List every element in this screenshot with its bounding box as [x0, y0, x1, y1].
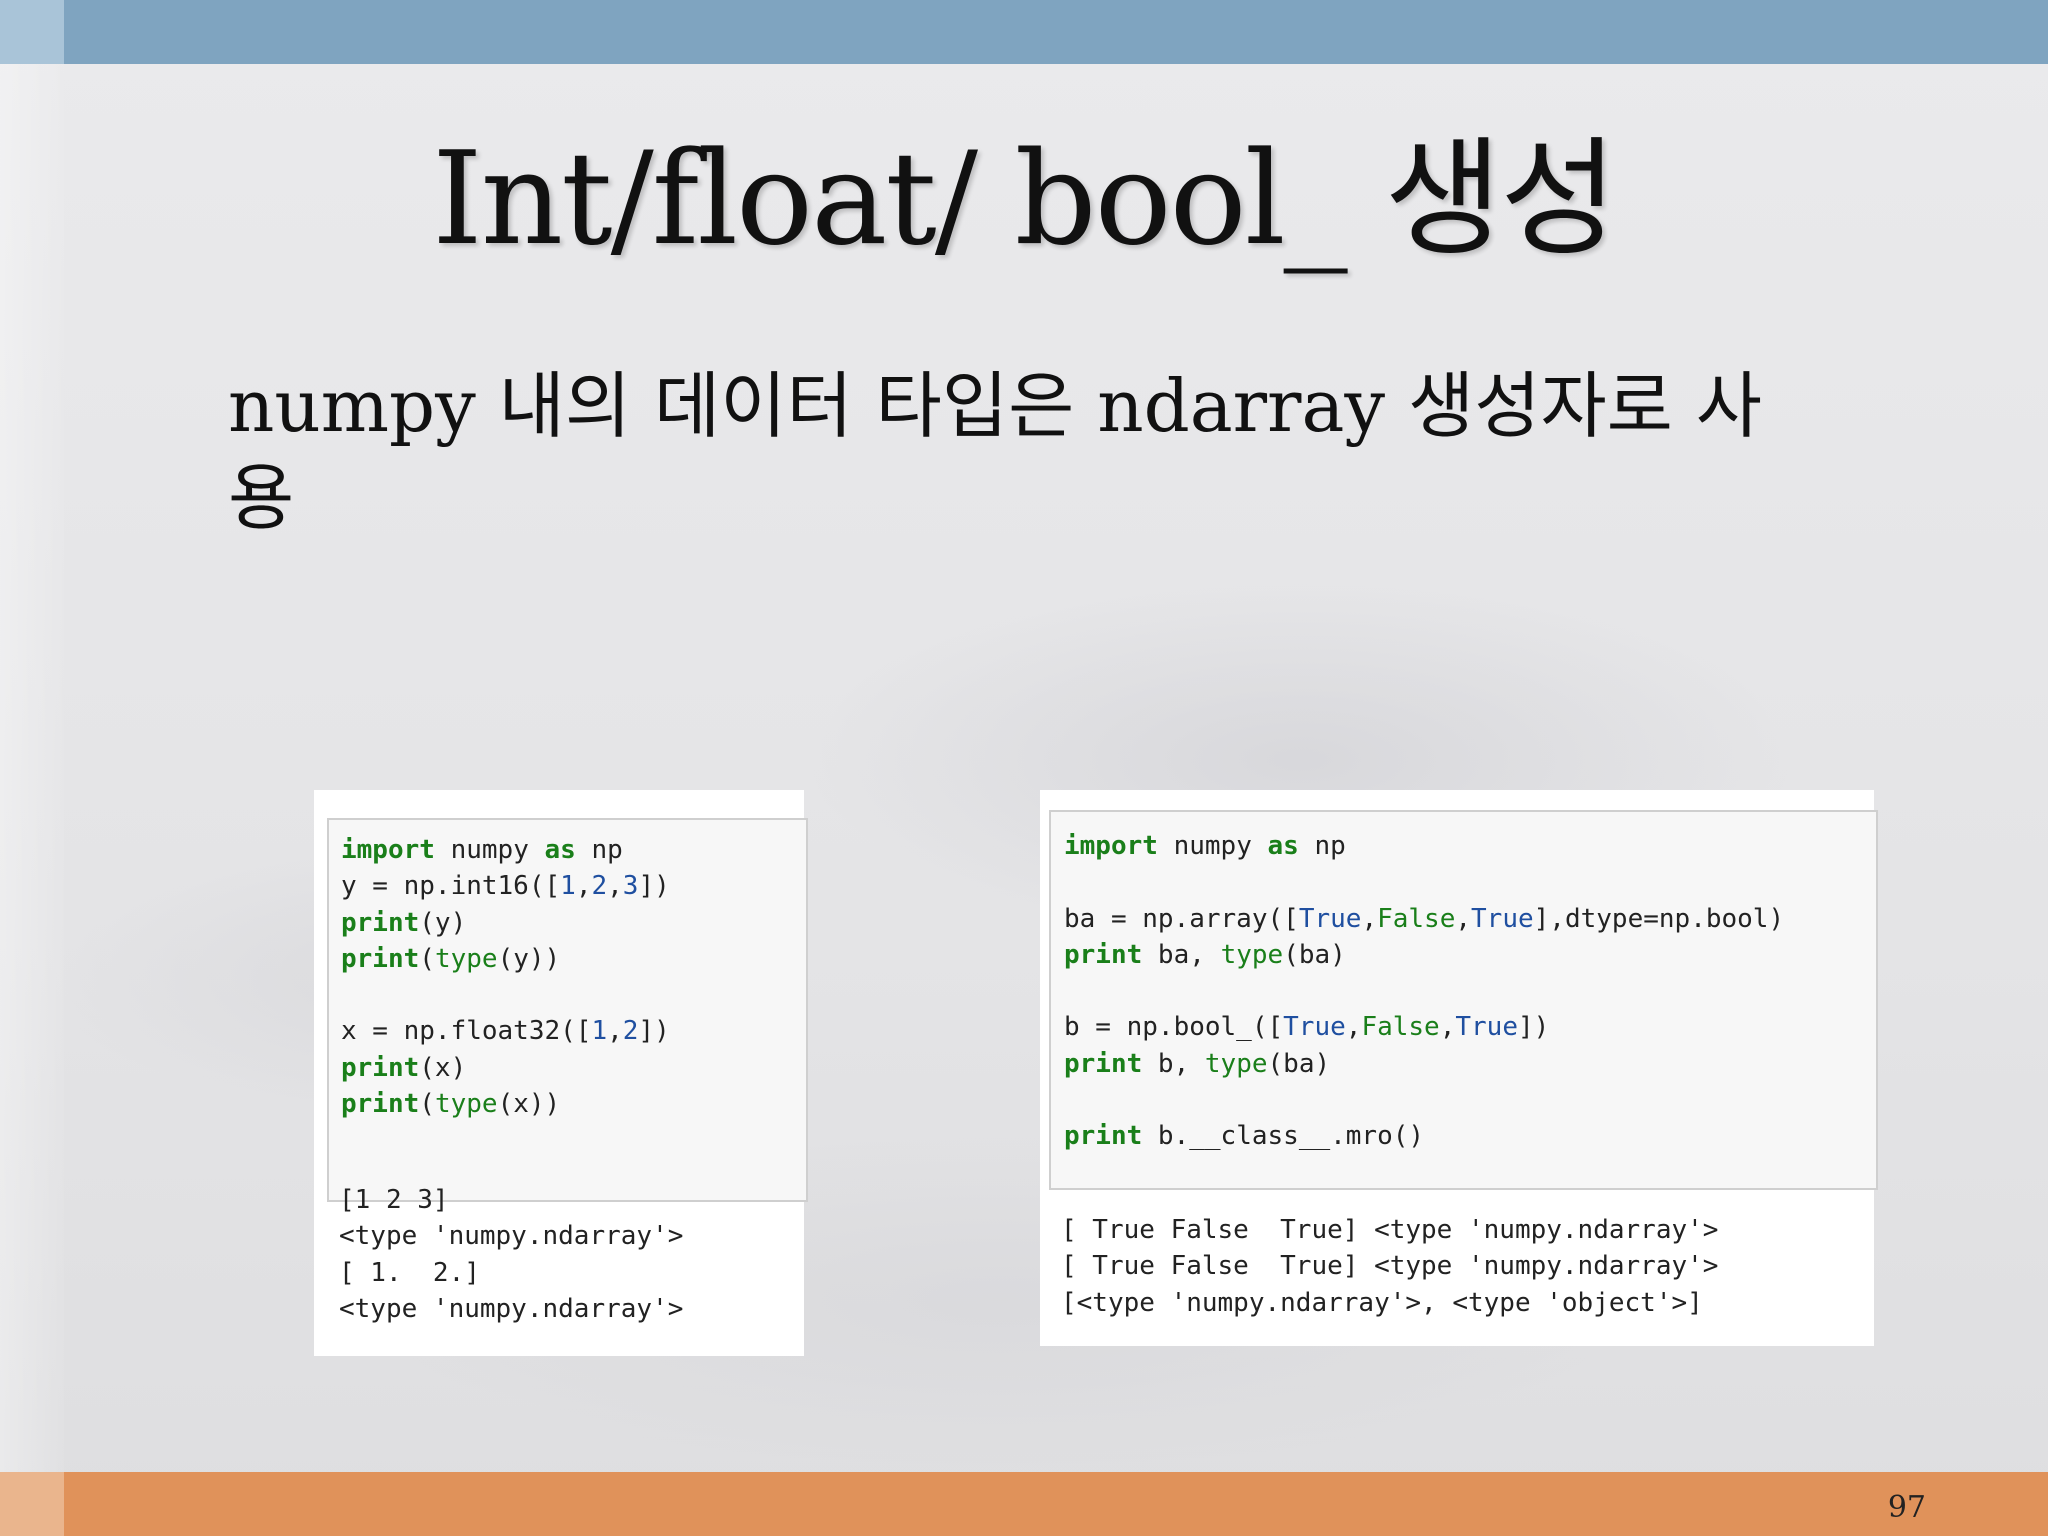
code-token: False	[1361, 1012, 1440, 1043]
bullet-text: numpy 내의 데이터 타입은 ndarray 생성자로 사 용	[228, 360, 1928, 544]
code-token: True	[1471, 903, 1534, 934]
right-output-line: [<type 'numpy.ndarray'>, <type 'object'>…	[1061, 1287, 1703, 1318]
code-token: numpy	[434, 835, 545, 865]
right-code-line: print b.__class__.mro()	[1064, 1118, 1784, 1154]
top-banner-accent	[0, 0, 64, 64]
code-token: (	[419, 1089, 435, 1120]
code-token: type	[1220, 939, 1284, 970]
code-token: 1	[591, 1016, 608, 1047]
code-token: ,	[1439, 1012, 1456, 1043]
code-token: print	[1064, 1121, 1143, 1152]
code-token: (x))	[497, 1089, 561, 1120]
right-code-line: ba = np.array([True,False,True],dtype=np…	[1064, 901, 1784, 937]
code-token: True	[1455, 1012, 1518, 1043]
left-output-line: [1 2 3]	[339, 1185, 449, 1215]
code-token: (ba)	[1283, 939, 1346, 970]
bottom-banner-accent	[0, 1472, 64, 1536]
code-token: 3	[622, 871, 639, 902]
code-token: type	[434, 943, 498, 974]
code-token: y = np.int16([	[341, 871, 561, 902]
right-code-line	[1064, 864, 1784, 900]
right-code-line: import numpy as np	[1064, 828, 1784, 864]
code-token: import	[1064, 831, 1158, 861]
code-token: True	[1298, 903, 1362, 934]
right-code-cell: import numpy as np ba = np.array([True,Fa…	[1049, 810, 1878, 1190]
left-output-line: [ 1. 2.]	[339, 1257, 480, 1288]
code-token: print	[341, 943, 420, 974]
code-token: ba,	[1142, 939, 1221, 970]
code-token: True	[1283, 1012, 1346, 1043]
right-code-line	[1064, 973, 1784, 1009]
left-code-line: print(type(y))	[341, 941, 670, 977]
left-output-line: <type 'numpy.ndarray'>	[339, 1221, 684, 1252]
code-token: 1	[560, 871, 576, 902]
right-code-line: print ba, type(ba)	[1064, 937, 1784, 973]
code-token: b = np.bool_([	[1064, 1012, 1284, 1043]
code-token: print	[341, 907, 420, 938]
right-code-screenshot: import numpy as np ba = np.array([True,Fa…	[1040, 790, 1878, 1346]
code-token: x = np.float32([	[341, 1016, 592, 1047]
code-token: ,	[607, 871, 623, 902]
left-code-line	[341, 977, 670, 1013]
code-token: ,	[575, 871, 592, 902]
code-token: np	[1298, 831, 1346, 861]
right-code-line: b = np.bool_([True,False,True])	[1064, 1009, 1784, 1045]
code-token: (y))	[497, 943, 561, 974]
code-token: (y)	[419, 907, 467, 938]
code-token: b,	[1142, 1048, 1205, 1079]
code-token: ])	[1518, 1012, 1550, 1043]
slide-title: Int/float/ bool_ 생성	[432, 125, 1618, 274]
code-token: print	[341, 1089, 420, 1120]
code-token: False	[1377, 903, 1456, 934]
left-code-cell: import numpy as np y = np.int16([1,2,3]) p…	[327, 818, 808, 1202]
bullet-line-1: numpy 내의 데이터 타입은 ndarray 생성자로 사	[228, 364, 1763, 448]
right-output-line: [ True False True] <type 'numpy.ndarray'…	[1061, 1215, 1719, 1245]
right-output-line: [ True False True] <type 'numpy.ndarray'…	[1061, 1251, 1719, 1282]
code-token: numpy	[1157, 831, 1268, 861]
left-code-line: print(y)	[341, 905, 670, 941]
code-token: b.__class__.mro()	[1142, 1121, 1425, 1152]
bullet-line-2: 용	[228, 456, 295, 540]
code-token: ba = np.array([	[1064, 903, 1299, 934]
top-banner	[0, 0, 2048, 64]
code-token: ],dtype=np.bool)	[1533, 903, 1785, 934]
page-number: 97	[1887, 1490, 1926, 1525]
left-code-line: print(x)	[341, 1050, 670, 1086]
right-code-lines: import numpy as np ba = np.array([True,Fa…	[1064, 828, 1784, 1155]
code-token: ])	[638, 1016, 670, 1047]
code-token: ,	[1455, 903, 1472, 934]
left-output-lines: [1 2 3] <type 'numpy.ndarray'> [ 1. 2.] <ty…	[339, 1182, 683, 1327]
code-token: ,	[1361, 903, 1378, 934]
code-token: ,	[607, 1016, 623, 1047]
right-code-line: print b, type(ba)	[1064, 1046, 1784, 1082]
code-token: import	[341, 835, 435, 865]
left-code-lines: import numpy as np y = np.int16([1,2,3]) p…	[341, 832, 670, 1122]
code-token: print	[341, 1052, 420, 1083]
left-code-line: print(type(x))	[341, 1086, 670, 1122]
left-code-screenshot: import numpy as np y = np.int16([1,2,3]) p…	[314, 790, 808, 1356]
bottom-banner	[0, 1472, 2048, 1536]
left-code-line: y = np.int16([1,2,3])	[341, 868, 670, 904]
code-token: 2	[591, 871, 608, 902]
code-token: (x)	[419, 1052, 467, 1083]
code-token: ])	[638, 871, 670, 902]
code-token: as	[1267, 831, 1299, 861]
right-output-lines: [ True False True] <type 'numpy.ndarray'…	[1061, 1212, 1718, 1321]
code-token: ,	[1345, 1012, 1362, 1043]
code-token: (ba)	[1267, 1048, 1331, 1079]
code-token: np	[575, 835, 623, 865]
code-token: 2	[622, 1016, 639, 1047]
code-token: as	[544, 835, 576, 865]
code-token: print	[1064, 939, 1143, 970]
left-code-line: import numpy as np	[341, 832, 670, 868]
right-code-line	[1064, 1082, 1784, 1118]
left-code-line: x = np.float32([1,2])	[341, 1013, 670, 1049]
code-token: (	[419, 943, 435, 974]
code-token: type	[1204, 1048, 1268, 1079]
code-token: type	[434, 1089, 498, 1120]
left-output-line: <type 'numpy.ndarray'>	[339, 1293, 684, 1324]
code-token: print	[1064, 1048, 1143, 1079]
